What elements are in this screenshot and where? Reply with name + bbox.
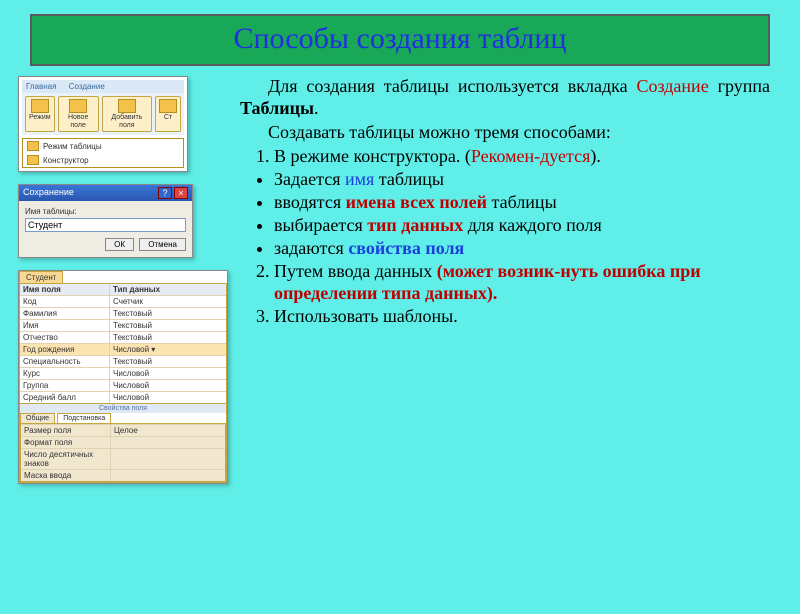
- table-row: ИмяТекстовый: [20, 319, 226, 331]
- col-fieldname: Имя поля: [20, 284, 110, 295]
- sub-types: выбирается тип данных для каждого поля: [274, 215, 770, 237]
- table-row: КурсЧисловой: [20, 367, 226, 379]
- col-datatype: Тип данных: [110, 284, 226, 295]
- table-row: Средний баллЧисловой: [20, 391, 226, 403]
- method-2: Путем ввода данных (может возник-нуть ош…: [274, 261, 770, 305]
- datasheet-icon: [27, 141, 39, 151]
- col-icon: [159, 99, 177, 113]
- table-row: Год рожденияЧисловой ▾: [20, 343, 226, 355]
- ribbon-addfields-button: Добавить поля: [102, 96, 152, 132]
- ribbon-col-button: Ст: [155, 96, 181, 132]
- slide-title-text: Способы создания таблиц: [233, 22, 566, 55]
- ribbon-tab-create: Создание: [69, 82, 105, 91]
- table-row: КодСчетчик: [20, 295, 226, 307]
- sub-fields: вводятся имена всех полей таблицы: [274, 192, 770, 214]
- help-icon: ?: [158, 187, 172, 199]
- ribbon-tab-home: Главная: [26, 82, 56, 91]
- sub-props: задаются свойства поля: [274, 238, 770, 260]
- sub-name: Задается имя таблицы: [274, 169, 770, 191]
- table-row: ОтчествоТекстовый: [20, 331, 226, 343]
- dropdown-designer: Конструктор: [23, 153, 183, 167]
- ok-button[interactable]: ОК: [105, 238, 134, 251]
- intro-paragraph: Для создания таблицы используется вкладк…: [240, 76, 770, 120]
- newfield-icon: [69, 99, 87, 113]
- table-row: ФамилияТекстовый: [20, 307, 226, 319]
- props-tab-lookup: Подстановка: [57, 413, 111, 423]
- tablename-label: Имя таблицы:: [25, 207, 186, 216]
- screenshots-column: Главная Создание Режим Новое поле Добави…: [0, 76, 230, 484]
- table-row: СпециальностьТекстовый: [20, 355, 226, 367]
- designer-icon: [27, 155, 39, 165]
- tablename-input[interactable]: [25, 218, 186, 232]
- text-content: Для создания таблицы используется вкладк…: [230, 76, 800, 484]
- cancel-button[interactable]: Отмена: [139, 238, 186, 251]
- props-tab-general: Общие: [20, 413, 55, 423]
- dropdown-datasheet: Режим таблицы: [23, 139, 183, 153]
- designer-screenshot: Студент Имя поля Тип данных КодСчетчикФа…: [18, 270, 228, 484]
- method-1: В режиме конструктора. (Рекомен-дуется).: [274, 146, 770, 168]
- field-properties-title: Свойства поля: [20, 403, 226, 413]
- close-icon: ×: [174, 187, 188, 199]
- designer-tab: Студент: [19, 271, 63, 283]
- addfields-icon: [118, 99, 136, 113]
- mode-dropdown: Режим таблицы Конструктор: [22, 138, 184, 168]
- slide-title: Способы создания таблиц: [30, 14, 770, 66]
- dialog-title: Сохранение: [23, 187, 74, 199]
- methods-intro: Создавать таблицы можно тремя способами:: [240, 122, 770, 144]
- ribbon-mode-button: Режим: [25, 96, 55, 132]
- ribbon-screenshot: Главная Создание Режим Новое поле Добави…: [18, 76, 188, 172]
- table-row: ГруппаЧисловой: [20, 379, 226, 391]
- ribbon-newfield-button: Новое поле: [58, 96, 99, 132]
- save-dialog-screenshot: Сохранение ? × Имя таблицы: ОК Отмена: [18, 184, 193, 258]
- mode-icon: [31, 99, 49, 113]
- method-3: Использовать шаблоны.: [274, 306, 770, 328]
